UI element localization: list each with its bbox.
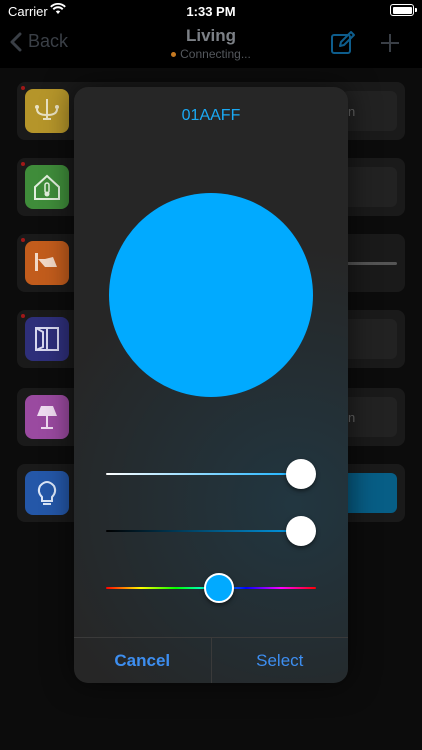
status-dot-icon xyxy=(21,86,25,90)
status-dot-icon xyxy=(171,52,177,58)
device-control[interactable] xyxy=(342,319,397,359)
thermometer-house-icon xyxy=(25,165,69,209)
status-dot-icon xyxy=(21,162,25,166)
window-icon xyxy=(25,317,69,361)
color-picker-dialog: 01AAFF Cancel Select xyxy=(74,87,348,683)
table-lamp-icon xyxy=(25,395,69,439)
device-slider[interactable] xyxy=(345,262,397,265)
device-control[interactable] xyxy=(342,473,397,513)
device-control[interactable]: n xyxy=(342,397,397,437)
hex-value-label: 01AAFF xyxy=(181,107,241,124)
device-control[interactable] xyxy=(342,167,397,207)
connection-status: Connecting... xyxy=(0,47,422,61)
navigation-bar: Back Living Connecting... xyxy=(0,22,422,68)
brightness-knob[interactable] xyxy=(286,459,317,489)
color-preview-swatch xyxy=(109,193,313,397)
brightness-track xyxy=(106,473,316,475)
cancel-button[interactable]: Cancel xyxy=(74,638,212,683)
edit-button[interactable] xyxy=(330,30,356,61)
saturation-track xyxy=(106,530,316,532)
clock: 1:33 PM xyxy=(186,4,236,19)
dialog-buttons: Cancel Select xyxy=(74,637,348,683)
plus-icon xyxy=(381,34,399,52)
select-button[interactable]: Select xyxy=(212,638,349,683)
light-bulb-icon xyxy=(25,471,69,515)
page-title: Living xyxy=(185,26,237,45)
wall-lamp-icon xyxy=(25,241,69,285)
brightness-slider[interactable] xyxy=(106,459,317,489)
status-dot-icon xyxy=(21,314,25,318)
hue-slider[interactable] xyxy=(106,573,316,603)
connection-status-label: Connecting... xyxy=(180,47,251,61)
add-button[interactable] xyxy=(378,31,402,60)
saturation-knob[interactable] xyxy=(286,516,317,546)
saturation-slider[interactable] xyxy=(106,516,317,546)
status-dot-icon xyxy=(21,238,25,242)
battery-icon xyxy=(390,4,417,16)
hue-knob[interactable] xyxy=(204,573,235,603)
chandelier-icon xyxy=(25,89,69,133)
status-bar: Carrier 1:33 PM xyxy=(0,0,422,22)
device-control[interactable]: n xyxy=(342,91,397,131)
edit-icon xyxy=(331,31,355,54)
